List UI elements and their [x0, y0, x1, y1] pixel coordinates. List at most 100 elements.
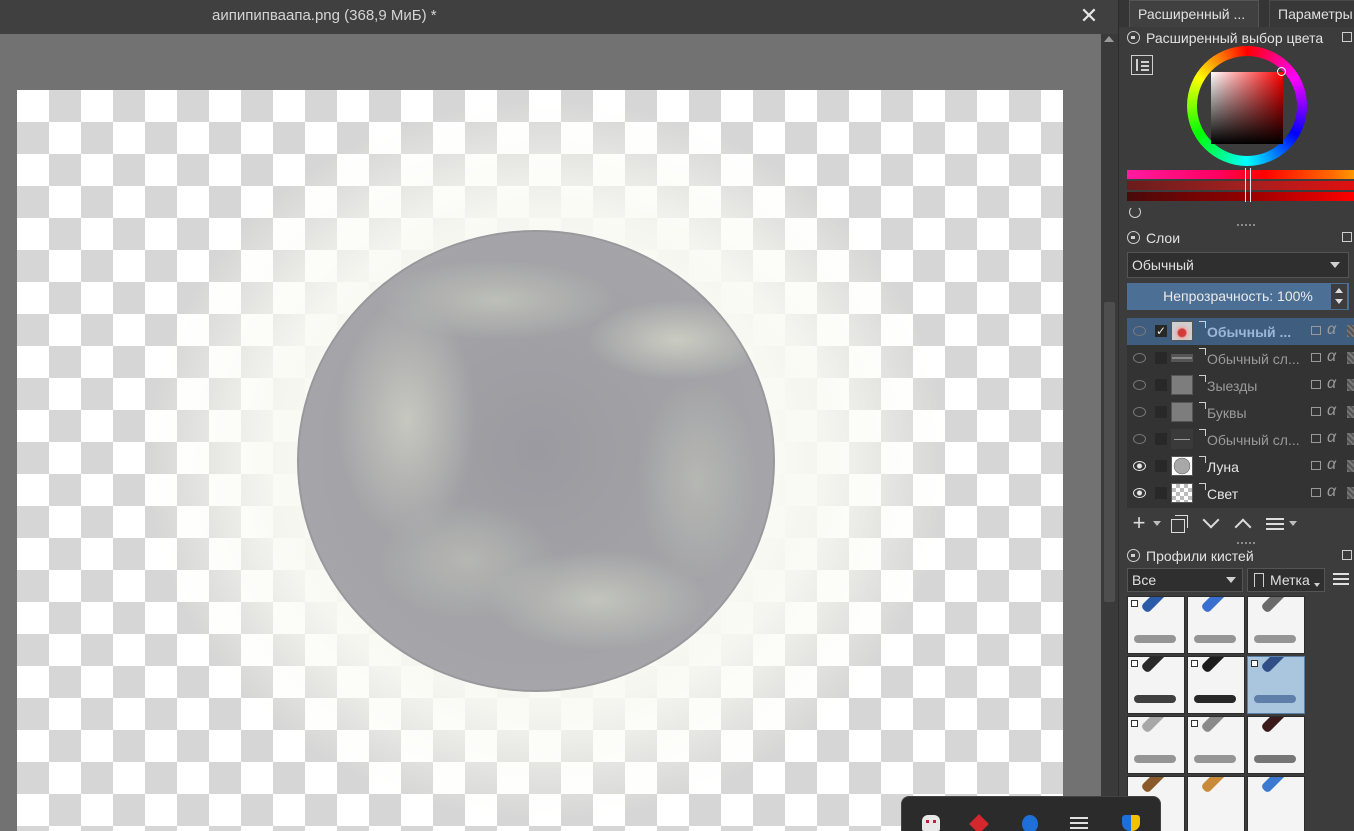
layer-checkbox[interactable]: ✓	[1155, 325, 1167, 337]
brush-filter-select[interactable]: Все	[1127, 568, 1243, 592]
layer-lock-icon[interactable]	[1311, 326, 1321, 335]
hamburger-menu-icon[interactable]	[1333, 572, 1349, 586]
float-docker-icon[interactable]	[1342, 32, 1352, 42]
brush-pen-shape	[1200, 777, 1239, 794]
reset-icon[interactable]	[1129, 206, 1141, 218]
alpha-lock-icon[interactable]: α	[1327, 402, 1336, 420]
inherit-alpha-icon[interactable]	[1347, 406, 1354, 418]
layer-row[interactable]: Обычный сл... α	[1127, 426, 1354, 453]
color-history-strip[interactable]	[1127, 170, 1354, 179]
visibility-eye-icon[interactable]	[1133, 353, 1146, 363]
shield-icon[interactable]	[1122, 815, 1140, 831]
add-layer-menu-caret-icon[interactable]	[1153, 521, 1161, 526]
layer-checkbox[interactable]	[1155, 433, 1167, 445]
layer-lock-icon[interactable]	[1311, 380, 1321, 389]
add-layer-button[interactable]: +	[1127, 512, 1151, 535]
visibility-eye-icon[interactable]	[1133, 407, 1146, 417]
layer-row[interactable]: ✓ Обычный ... α	[1127, 318, 1354, 345]
inherit-alpha-icon[interactable]	[1347, 379, 1354, 391]
saturation-value-square[interactable]	[1211, 72, 1283, 144]
color-value-strip[interactable]	[1127, 192, 1354, 201]
layer-row[interactable]: Обычный сл... α	[1127, 345, 1354, 372]
layer-checkbox[interactable]	[1155, 406, 1167, 418]
inherit-alpha-icon[interactable]	[1347, 433, 1354, 445]
visibility-eye-icon[interactable]	[1133, 488, 1146, 498]
inherit-alpha-icon[interactable]	[1347, 352, 1354, 364]
tab-parameters[interactable]: Параметры	[1269, 0, 1354, 27]
lock-icon[interactable]	[1127, 231, 1140, 244]
dip-pen-brush-icon[interactable]	[1247, 716, 1305, 774]
canvas-viewport[interactable]	[0, 34, 1101, 831]
layer-row[interactable]: Луна α	[1127, 453, 1354, 480]
layer-lock-icon[interactable]	[1311, 461, 1321, 470]
layer-properties-button[interactable]	[1263, 513, 1287, 535]
smudge-brush-icon[interactable]	[1247, 596, 1305, 654]
layer-checkbox[interactable]	[1155, 487, 1167, 499]
bot-icon[interactable]	[922, 815, 940, 831]
layer-row[interactable]: Зыезды α	[1127, 372, 1354, 399]
menu-icon[interactable]	[1070, 815, 1088, 831]
splitter-grip[interactable]	[1237, 542, 1255, 545]
vertical-scrollbar[interactable]	[1101, 34, 1118, 831]
ink-pen-brush-icon[interactable]	[1127, 656, 1185, 714]
lock-icon[interactable]	[1127, 31, 1140, 44]
color-selector-title-text: Расширенный выбор цвета	[1146, 30, 1324, 46]
wood-brush-icon[interactable]	[1187, 776, 1245, 831]
float-docker-icon[interactable]	[1342, 232, 1352, 242]
layer-checkbox[interactable]	[1155, 379, 1167, 391]
blue-pen-brush-icon[interactable]	[1187, 596, 1245, 654]
close-document-button[interactable]: ✕	[1077, 4, 1101, 28]
lock-icon[interactable]	[1127, 549, 1140, 562]
red-app-icon[interactable]	[969, 814, 989, 831]
blue-brush-icon[interactable]	[1247, 776, 1305, 831]
layer-lock-icon[interactable]	[1311, 434, 1321, 443]
layer-checkbox[interactable]	[1155, 460, 1167, 472]
bluetooth-icon[interactable]	[1022, 815, 1038, 831]
layer-lock-icon[interactable]	[1311, 407, 1321, 416]
layer-row[interactable]: Буквы α	[1127, 399, 1354, 426]
move-layer-up-button[interactable]	[1231, 513, 1255, 535]
layer-lock-icon[interactable]	[1311, 488, 1321, 497]
visibility-eye-icon[interactable]	[1133, 461, 1146, 471]
tag-button[interactable]: Метка	[1247, 568, 1325, 592]
alpha-lock-icon[interactable]: α	[1327, 321, 1336, 339]
pencil-brush-icon[interactable]	[1127, 716, 1185, 774]
layer-thumbnail	[1171, 402, 1193, 422]
selector-settings-icon[interactable]	[1131, 55, 1153, 75]
properties-menu-caret-icon[interactable]	[1289, 521, 1297, 526]
alpha-lock-icon[interactable]: α	[1327, 375, 1336, 393]
alpha-lock-icon[interactable]: α	[1327, 483, 1336, 501]
move-layer-down-button[interactable]	[1199, 513, 1223, 535]
marker-brush-icon[interactable]	[1187, 656, 1245, 714]
splitter-grip[interactable]	[1237, 224, 1255, 227]
blend-mode-select[interactable]: Обычный	[1127, 252, 1349, 278]
chevron-down-icon	[1314, 583, 1320, 587]
tab-advanced-color[interactable]: Расширенный ...	[1129, 0, 1259, 27]
scrollbar-thumb[interactable]	[1104, 302, 1115, 602]
hue-knob[interactable]	[1277, 67, 1286, 76]
layer-row[interactable]: Свет α	[1127, 480, 1354, 507]
eraser-brush-icon[interactable]	[1127, 596, 1185, 654]
layer-toolbar: +	[1127, 511, 1354, 537]
alpha-lock-icon[interactable]: α	[1327, 429, 1336, 447]
image-canvas[interactable]	[17, 90, 1063, 831]
alpha-lock-icon[interactable]: α	[1327, 456, 1336, 474]
inherit-alpha-icon[interactable]	[1347, 487, 1354, 499]
opacity-spinbox-arrows[interactable]	[1331, 284, 1347, 309]
inherit-alpha-icon[interactable]	[1347, 325, 1354, 337]
layer-lock-icon[interactable]	[1311, 353, 1321, 362]
visibility-eye-icon[interactable]	[1133, 380, 1146, 390]
opacity-slider[interactable]: Непрозрачность: 100%	[1127, 283, 1349, 310]
alpha-lock-icon[interactable]: α	[1327, 348, 1336, 366]
float-docker-icon[interactable]	[1342, 550, 1352, 560]
color-shade-strip[interactable]	[1127, 181, 1354, 190]
gray-pencil-brush-icon[interactable]	[1187, 716, 1245, 774]
visibility-eye-icon[interactable]	[1133, 434, 1146, 444]
blue-fineliner-brush-icon[interactable]	[1247, 656, 1305, 714]
layer-name: Луна	[1207, 459, 1239, 475]
duplicate-layer-button[interactable]	[1167, 513, 1191, 535]
scroll-up-arrow-icon[interactable]	[1104, 36, 1114, 42]
visibility-eye-icon[interactable]	[1133, 326, 1146, 336]
layer-checkbox[interactable]	[1155, 352, 1167, 364]
inherit-alpha-icon[interactable]	[1347, 460, 1354, 472]
